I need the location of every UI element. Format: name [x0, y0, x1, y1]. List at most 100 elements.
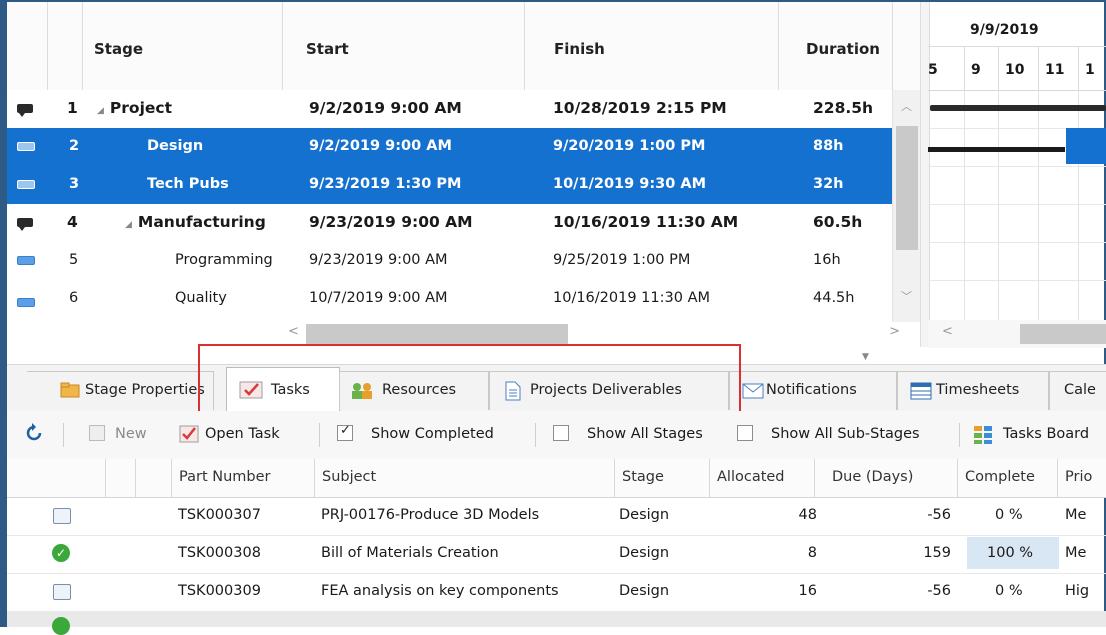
tab-label: Notifications [766, 382, 857, 398]
stage-row[interactable]: 6 Quality 10/7/2019 9:00 AM 10/16/2019 1… [7, 280, 920, 320]
priority-header[interactable]: Prio [1057, 459, 1106, 497]
row-number: 1 [67, 99, 78, 117]
stage-row[interactable]: 4 ◢ Manufacturing 9/23/2019 9:00 AM 10/16… [7, 204, 920, 243]
gantt-summary-bar[interactable] [930, 105, 1106, 111]
collapse-icon[interactable]: ◢ [97, 93, 104, 129]
vertical-scrollbar[interactable]: ︿ ﹀ [892, 90, 921, 322]
scroll-thumb[interactable] [1020, 324, 1106, 344]
task-table: Part Number Subject Stage Allocated Due … [7, 459, 1106, 635]
start-date: 9/2/2019 9:00 AM [309, 99, 462, 117]
finish-date: 9/20/2019 1:00 PM [553, 138, 706, 154]
show-completed-label: Show Completed [371, 426, 494, 442]
show-all-sub-stages-label: Show All Sub-Stages [771, 426, 920, 442]
tab-stage-properties[interactable]: Stage Properties [27, 371, 214, 410]
scroll-down-icon[interactable]: ﹀ [901, 288, 912, 304]
task-bar-icon [17, 256, 35, 265]
task-due-days: 159 [923, 545, 951, 561]
open-task-button[interactable]: Open Task [179, 423, 309, 447]
scroll-left-icon[interactable]: < [942, 324, 953, 339]
checkbox-checked[interactable] [337, 423, 353, 441]
indicator-column-header [7, 2, 48, 90]
summary-task-icon [17, 104, 33, 117]
tab-timesheets[interactable]: Timesheets [897, 371, 1049, 410]
duration: 44.5h [813, 290, 855, 306]
gantt-row [928, 242, 1106, 281]
start-date: 9/23/2019 9:00 AM [309, 252, 448, 268]
new-label: New [115, 426, 147, 442]
stage-name-text: Manufacturing [137, 213, 266, 231]
scroll-up-icon[interactable]: ︿ [901, 98, 912, 114]
task-row[interactable]: TSK000309 FEA analysis on key components… [7, 573, 1106, 612]
duration-column-header[interactable]: Duration [778, 2, 893, 90]
summary-task-icon [17, 218, 33, 231]
refresh-button[interactable] [25, 423, 45, 447]
gantt-day: 9 [964, 46, 999, 90]
tab-calendar[interactable]: Cale [1049, 371, 1106, 410]
task-allocated: 16 [798, 583, 817, 599]
gantt-chart: 9/9/2019 5 9 10 11 1 < [928, 2, 1106, 348]
stage-row[interactable]: 1 ◢ Project 9/2/2019 9:00 AM 10/28/2019 2… [7, 90, 920, 129]
task-indicator [7, 280, 47, 318]
icon-column-header [105, 459, 136, 497]
part-number: TSK000309 [178, 583, 261, 599]
splitter-grip-icon[interactable]: ▼ [862, 352, 869, 362]
checkbox-unchecked[interactable] [553, 425, 569, 441]
subject-header[interactable]: Subject [314, 459, 615, 497]
stage-name: ◢ Project [97, 90, 297, 128]
task-priority: Me [1065, 545, 1087, 561]
stage-row-selected[interactable]: 2 Design 9/2/2019 9:00 AM 9/20/2019 1:00… [7, 128, 920, 167]
collapse-icon[interactable]: ◢ [125, 207, 132, 243]
completed-check-icon: ✓ [52, 544, 70, 562]
part-number-header[interactable]: Part Number [171, 459, 315, 497]
duration: 228.5h [813, 99, 874, 117]
task-indicator [7, 242, 47, 280]
gantt-task-bar[interactable] [928, 147, 1065, 152]
task-indicator [7, 166, 47, 204]
stage-column-header[interactable]: Stage [82, 2, 283, 90]
scroll-left-icon[interactable]: < [288, 324, 299, 339]
refresh-icon [26, 423, 42, 441]
summary-indicator [7, 90, 47, 128]
start-date: 9/23/2019 9:00 AM [309, 213, 473, 231]
start-column-header[interactable]: Start [282, 2, 525, 90]
show-completed-checkbox[interactable]: Show Completed [337, 423, 522, 447]
row-number: 2 [69, 138, 80, 154]
task-bar-icon [17, 180, 35, 189]
gantt-day: 5 [928, 62, 938, 78]
task-indicator [7, 128, 47, 166]
checkbox-unchecked[interactable] [737, 425, 753, 441]
gantt-day: 10 [998, 46, 1039, 90]
gantt-horizontal-scrollbar[interactable]: < [928, 320, 1106, 348]
stage-row-selected[interactable]: 3 Tech Pubs 9/23/2019 1:30 PM 10/1/2019 … [7, 166, 920, 205]
stage-header[interactable]: Stage [614, 459, 710, 497]
open-task-label: Open Task [205, 426, 280, 442]
scroll-right-icon[interactable]: > [889, 324, 900, 339]
task-toolbar: New Open Task Show Completed Show All St… [7, 411, 1106, 460]
task-complete: 100 % [987, 545, 1034, 561]
new-icon [89, 425, 105, 441]
task-due-days: -56 [927, 507, 951, 523]
gantt-day-header: 5 9 10 11 1 [928, 46, 1106, 91]
task-complete: 0 % [995, 507, 1023, 523]
show-all-stages-checkbox[interactable]: Show All Stages [553, 423, 729, 447]
scroll-thumb[interactable] [896, 126, 918, 250]
finish-column-header[interactable]: Finish [524, 2, 779, 90]
stage-name-text: Project [109, 99, 172, 117]
task-row[interactable]: TSK000307 PRJ-00176-Produce 3D Models De… [7, 497, 1106, 536]
tab-notifications[interactable]: Notifications [729, 371, 897, 410]
start-date: 9/23/2019 1:30 PM [309, 176, 462, 192]
gantt-date-header: 9/9/2019 [928, 2, 1106, 47]
start-date: 10/7/2019 9:00 AM [309, 290, 448, 306]
gantt-row [928, 204, 1106, 243]
complete-header[interactable]: Complete [957, 459, 1058, 497]
due-days-header[interactable]: Due (Days) [814, 459, 958, 497]
show-all-sub-stages-checkbox[interactable]: Show All Sub-Stages [737, 423, 947, 447]
finish-header-label: Finish [554, 40, 605, 58]
new-button[interactable]: New [89, 423, 159, 447]
task-row[interactable]: ✓ TSK000308 Bill of Materials Creation D… [7, 535, 1106, 574]
scroll-thumb[interactable] [306, 324, 568, 344]
task-row-partial[interactable] [7, 611, 1106, 635]
tasks-board-button[interactable]: Tasks Board [973, 423, 1106, 447]
allocated-header[interactable]: Allocated [709, 459, 815, 497]
stage-row[interactable]: 5 Programming 9/23/2019 9:00 AM 9/25/201… [7, 242, 920, 281]
